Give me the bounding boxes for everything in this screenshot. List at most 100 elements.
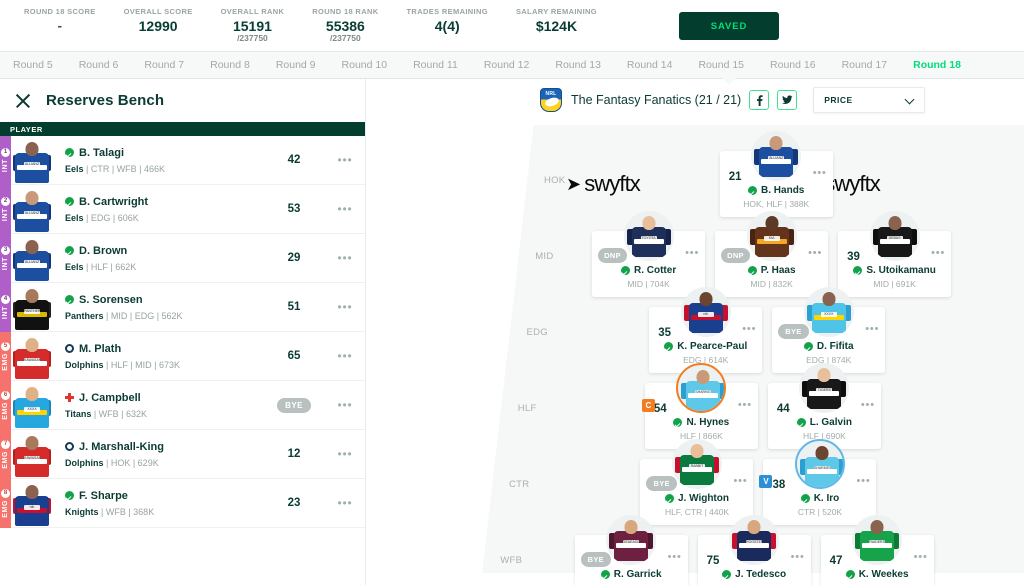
bench-row[interactable]: 5EMGKAWASAKIM. PlathDolphins | HLF | MID… [0, 331, 365, 381]
slot-indicator: 3 INT [0, 233, 11, 283]
player-name-line: J. Marshall-King [65, 441, 263, 453]
round-tab-round-5[interactable]: Round 5 [0, 52, 66, 78]
player-options-button[interactable]: ••• [738, 400, 752, 411]
player-options-button[interactable]: ••• [865, 324, 879, 335]
status-ok-icon [796, 418, 806, 427]
round-tab-round-7[interactable]: Round 7 [131, 52, 197, 78]
bench-row[interactable]: 1 INT ALLIANZ B. Talagi Eels | CTR | WFB | 4… [0, 135, 365, 185]
stat-sub: /237750 [237, 33, 268, 44]
bench-row[interactable]: 7EMGKAWASAKIJ. Marshall-KingDolphins | H… [0, 429, 365, 479]
jersey-icon: KIA [749, 215, 794, 261]
round-tab-round-10[interactable]: Round 10 [329, 52, 401, 78]
position-label-mid: MID [535, 251, 554, 262]
player-options-button[interactable]: ••• [734, 476, 748, 487]
player-options-button[interactable]: ••• [813, 168, 827, 179]
player-score: 75 [706, 555, 720, 567]
bench-row[interactable]: 6 EMG XXXX J. Campbell Titans | WFB | 632K BY… [0, 380, 365, 430]
player-options-button[interactable]: ••• [325, 252, 365, 264]
position-label-wfb: WFB [500, 555, 523, 566]
field-player-card[interactable]: RAIDERS47•••K. WeekesHLF, WFB | 611K [820, 515, 934, 585]
status-ok-icon [722, 570, 732, 579]
round-tab-round-15[interactable]: Round 15 [685, 52, 757, 78]
player-options-button[interactable]: ••• [325, 497, 365, 509]
player-options-button[interactable]: ••• [857, 476, 871, 487]
bench-row[interactable]: 4 INT PANTHER S. Sorensen Panthers | MID | E… [0, 282, 365, 332]
slot-type-label: EMG [2, 499, 9, 518]
player-options-button[interactable]: ••• [742, 324, 756, 335]
facebook-icon[interactable] [749, 90, 770, 110]
close-icon[interactable] [14, 92, 32, 110]
stat-round-18-rank: ROUND 18 RANK 55386/237750 [298, 7, 392, 43]
player-meta: HOK, HLF | 388K [743, 199, 810, 209]
stats-container: ROUND 18 SCORE - OVERALL SCORE 12990 OVERALL… [0, 7, 611, 43]
field-player-card[interactable]: KIA DNP ••• P. Haas MID | 832K [715, 211, 829, 297]
bench-row[interactable]: 8 EMG nib F. Sharpe Knights | WFB | 368K 23 ••… [0, 478, 365, 528]
vice-captain-badge: V [759, 475, 773, 488]
stat-value: 55386 [325, 18, 365, 35]
player-meta: CTR | 520K [797, 507, 843, 517]
player-options-button[interactable]: ••• [325, 154, 365, 166]
player-name-line: D. Brown [65, 245, 263, 257]
player-options-button[interactable]: ••• [325, 350, 365, 362]
field-area: NRL The Fantasy Fanatics (21 / 21) PRICE… [366, 79, 1024, 585]
round-tab-round-12[interactable]: Round 12 [471, 52, 543, 78]
field-player-card[interactable]: SEAEAGLEBYE•••R. GarrickCTR, WFB | 625K [574, 515, 688, 585]
field-player-card[interactable]: ALLIANZ 21 ••• B. Hands HOK, HLF | 388K [719, 131, 833, 217]
saved-button[interactable]: SAVED [679, 12, 779, 40]
round-tab-round-8[interactable]: Round 8 [197, 52, 263, 78]
slot-indicator: 4 INT [0, 282, 11, 332]
player-options-button[interactable]: ••• [325, 399, 365, 411]
status-ok-icon [673, 418, 683, 427]
player-options-button[interactable]: ••• [668, 552, 682, 563]
player-options-button[interactable]: ••• [861, 400, 875, 411]
player-options-button[interactable]: ••• [325, 203, 365, 215]
player-name: K. Iro [813, 493, 840, 504]
field-player-card[interactable]: TOYOTA DNP ••• R. Cotter MID | 704K [592, 211, 706, 297]
stat-value: 15191 [232, 18, 272, 35]
round-tab-round-18[interactable]: Round 18 [900, 52, 974, 78]
player-avatar: SEAEAGLE [606, 515, 657, 565]
player-meta: MID | 704K [627, 279, 670, 289]
player-options-button[interactable]: ••• [808, 248, 822, 259]
round-tab-round-6[interactable]: Round 6 [66, 52, 132, 78]
round-tabs[interactable]: Round 5 Round 6 Round 7 Round 8 Round 9 Round… [0, 52, 1024, 79]
player-options-button[interactable]: ••• [325, 301, 365, 313]
player-avatar: KAWASAKI [11, 430, 53, 479]
status-ok-icon [800, 494, 810, 503]
slot-type-label: INT [2, 256, 9, 271]
field-player-card[interactable]: RABBIT BYE ••• J. Wighton HLF, CTR | 440K [640, 439, 754, 525]
bench-column-player-label: PLAYER [10, 124, 43, 134]
jersey-icon: KAWASAKI [13, 435, 51, 479]
player-options-button[interactable]: ••• [325, 448, 365, 460]
status-ok-icon [600, 570, 610, 579]
bench-row[interactable]: 3 INT ALLIANZ D. Brown Eels | HLF | 662K 29 ••… [0, 233, 365, 283]
bench-row[interactable]: 2 INT ALLIANZ B. Cartwright Eels | EDG | 606… [0, 184, 365, 234]
twitter-icon[interactable] [777, 90, 798, 110]
round-tab-round-11[interactable]: Round 11 [400, 52, 471, 78]
round-tab-round-9[interactable]: Round 9 [263, 52, 329, 78]
round-tab-round-14[interactable]: Round 14 [614, 52, 686, 78]
field-player-card[interactable]: ROOSTER75•••J. TedescoWFB | 765K [697, 515, 811, 585]
price-select[interactable]: PRICE [813, 87, 926, 113]
top-stats-bar: ROUND 18 SCORE - OVERALL SCORE 12990 OVERALL… [0, 0, 1024, 52]
player-meta: MID | 832K [750, 279, 793, 289]
price-select-label: PRICE [824, 95, 853, 105]
player-options-button[interactable]: ••• [685, 248, 699, 259]
slot-type-label: INT [2, 158, 9, 173]
player-options-button[interactable]: ••• [791, 552, 805, 563]
round-tab-round-16[interactable]: Round 16 [757, 52, 829, 78]
player-options-button[interactable]: ••• [914, 552, 928, 563]
jersey-icon: nib [13, 484, 51, 528]
player-name-line: M. Plath [65, 343, 263, 355]
player-options-button[interactable]: ••• [931, 248, 945, 259]
field-player-card[interactable]: DEBUS 39 ••• S. Utoikamanu MID | 691K [838, 211, 952, 297]
reserves-bench-panel: Reserves Bench PLAYER 1 INT ALLIANZ B. Tala… [0, 79, 366, 585]
player-meta: Eels | CTR | WFB | 466K [65, 163, 166, 174]
round-tab-round-13[interactable]: Round 13 [542, 52, 614, 78]
nrl-logo-text: NRL [545, 90, 557, 97]
player-score: 65 [287, 350, 301, 362]
round-tab-round-17[interactable]: Round 17 [829, 52, 901, 78]
player-info: J. Marshall-King Dolphins | HOK | 629K [53, 441, 263, 468]
field-player-card[interactable]: SHARKIES V 38 ••• K. Iro CTR | 520K [759, 439, 877, 525]
player-name: K. Weekes [858, 569, 909, 580]
